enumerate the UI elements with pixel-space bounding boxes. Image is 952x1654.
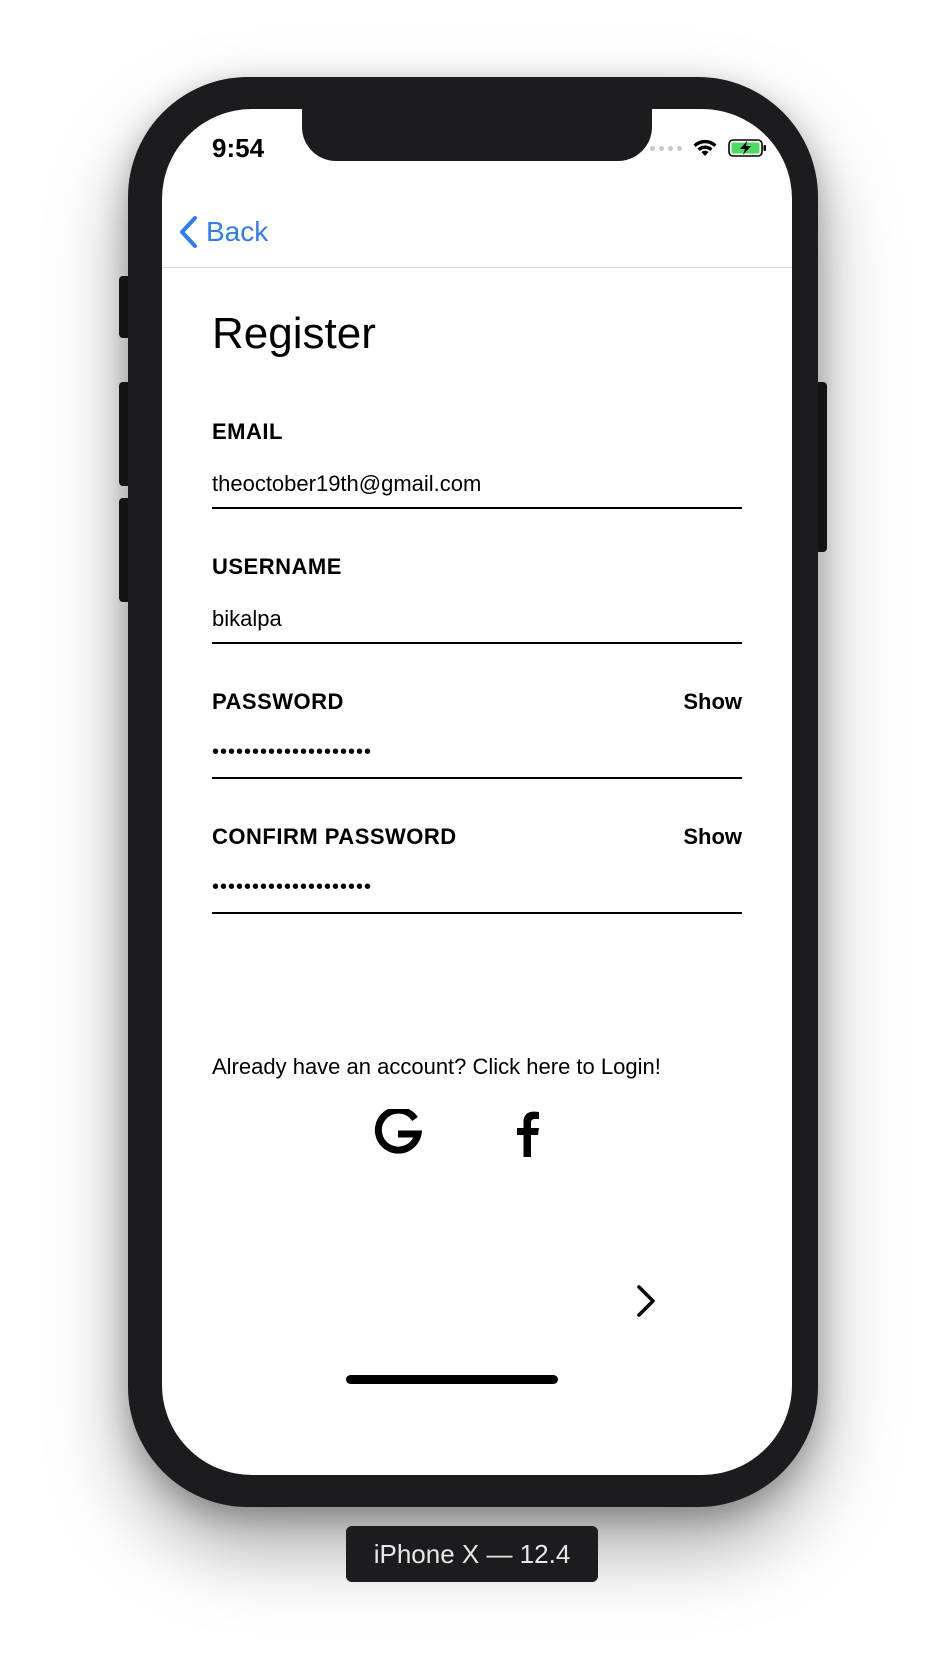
home-indicator xyxy=(346,1375,558,1384)
signal-icon xyxy=(650,145,682,151)
confirm-password-field[interactable]: •••••••••••••••••••• xyxy=(212,876,742,914)
back-button[interactable]: Back xyxy=(178,215,268,249)
chevron-left-icon xyxy=(180,216,197,248)
email-label: EMAIL xyxy=(212,419,283,444)
page-title: Register xyxy=(212,309,376,358)
chevron-right-icon[interactable] xyxy=(632,1281,660,1321)
wifi-icon xyxy=(693,139,717,156)
username-field[interactable]: bikalpa xyxy=(212,606,742,644)
password-field-group: PASSWORD Show •••••••••••••••••••• xyxy=(212,689,742,779)
login-link[interactable]: Already have an account? Click here to L… xyxy=(212,1054,661,1080)
email-field-group: EMAIL theoctober19th@gmail.com xyxy=(212,419,742,509)
google-icon[interactable] xyxy=(374,1109,422,1159)
confirm-password-show-toggle[interactable]: Show xyxy=(683,824,742,850)
status-icons xyxy=(650,137,768,159)
confirm-password-label: CONFIRM PASSWORD xyxy=(212,824,457,849)
navigation-bar: Back xyxy=(162,197,792,268)
password-label: PASSWORD xyxy=(212,689,344,714)
screen: 9:54 Back Register EMAIL theoctober19th@… xyxy=(162,109,792,1475)
facebook-icon[interactable] xyxy=(504,1109,552,1159)
status-time: 9:54 xyxy=(212,133,265,163)
username-field-group: USERNAME bikalpa xyxy=(212,554,742,644)
password-field[interactable]: •••••••••••••••••••• xyxy=(212,741,742,779)
device-label: iPhone X — 12.4 xyxy=(346,1526,598,1582)
social-login xyxy=(374,1109,574,1159)
battery-charging-icon xyxy=(728,139,766,157)
notch xyxy=(302,109,652,161)
back-label: Back xyxy=(206,216,269,247)
confirm-password-field-group: CONFIRM PASSWORD Show ••••••••••••••••••… xyxy=(212,824,742,914)
password-show-toggle[interactable]: Show xyxy=(683,689,742,715)
email-field[interactable]: theoctober19th@gmail.com xyxy=(212,471,742,509)
username-label: USERNAME xyxy=(212,554,342,579)
